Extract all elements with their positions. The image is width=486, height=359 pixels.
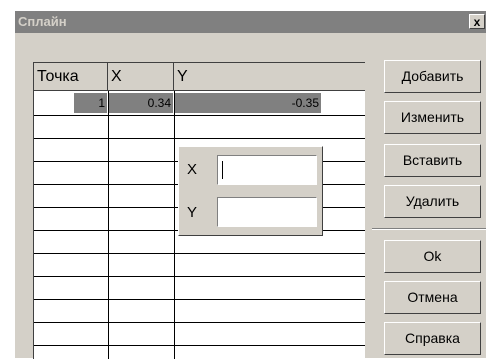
grid-row-line — [34, 299, 365, 300]
insert-button[interactable]: Вставить — [384, 144, 481, 177]
x-label: X — [187, 161, 198, 178]
grid-row-line — [34, 322, 365, 323]
cancel-button[interactable]: Отмена — [384, 281, 481, 314]
grid-row-line — [34, 345, 365, 346]
add-button[interactable]: Добавить — [384, 60, 481, 93]
grid-column-line — [108, 91, 109, 359]
grid-row-line — [34, 115, 365, 116]
ok-button[interactable]: Ok — [384, 240, 481, 273]
column-header-point[interactable]: Точка — [34, 63, 108, 91]
grid-row-line — [34, 138, 365, 139]
button-separator — [372, 228, 486, 230]
x-input[interactable] — [217, 155, 317, 185]
text-caret — [222, 161, 223, 179]
y-label: Y — [187, 204, 198, 221]
cell-point-index[interactable]: 1 — [74, 93, 107, 113]
column-header-y[interactable]: Y — [174, 63, 365, 91]
cell-x-value[interactable]: 0.34 — [109, 93, 173, 113]
title-bar: Сплайн x — [15, 11, 486, 33]
spline-dialog: Сплайн x Точка X Y 1 0.34 -0.35 X Y Доба… — [14, 10, 486, 359]
edit-button[interactable]: Изменить — [384, 101, 481, 134]
grid-row-line — [34, 253, 365, 254]
grid-row-line — [34, 276, 365, 277]
window-title: Сплайн — [18, 14, 67, 29]
column-header-x[interactable]: X — [108, 63, 174, 91]
help-button[interactable]: Справка — [384, 322, 481, 355]
delete-button[interactable]: Удалить — [384, 185, 481, 218]
y-input[interactable] — [217, 197, 317, 227]
coordinate-editor-popup: X Y — [178, 146, 323, 236]
grid-column-line — [174, 91, 175, 359]
cell-y-value[interactable]: -0.35 — [175, 93, 321, 113]
close-button[interactable]: x — [469, 14, 485, 29]
